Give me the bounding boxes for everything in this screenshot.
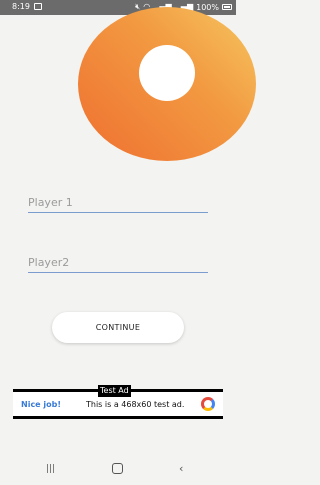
status-time: 8:19 — [12, 2, 30, 11]
ad-logo-icon — [201, 397, 215, 411]
donut-hole — [139, 45, 195, 101]
battery-percent: 100% — [196, 2, 219, 12]
battery-icon — [222, 4, 232, 10]
navigation-bar: ||| ‹ — [0, 454, 236, 485]
player1-input[interactable] — [28, 192, 208, 213]
image-icon — [34, 3, 42, 10]
home-icon[interactable] — [112, 463, 123, 474]
continue-button[interactable]: CONTINUE — [52, 312, 184, 343]
ad-text: This is a 468x60 test ad. — [86, 400, 185, 409]
back-icon[interactable]: ‹ — [179, 462, 183, 475]
player1-field — [28, 191, 208, 213]
test-ad-label: Test Ad — [98, 385, 131, 397]
player2-input[interactable] — [28, 252, 208, 273]
ad-nice-text: Nice job! — [21, 400, 62, 409]
player2-field — [28, 251, 208, 273]
recents-icon[interactable]: ||| — [46, 464, 55, 474]
